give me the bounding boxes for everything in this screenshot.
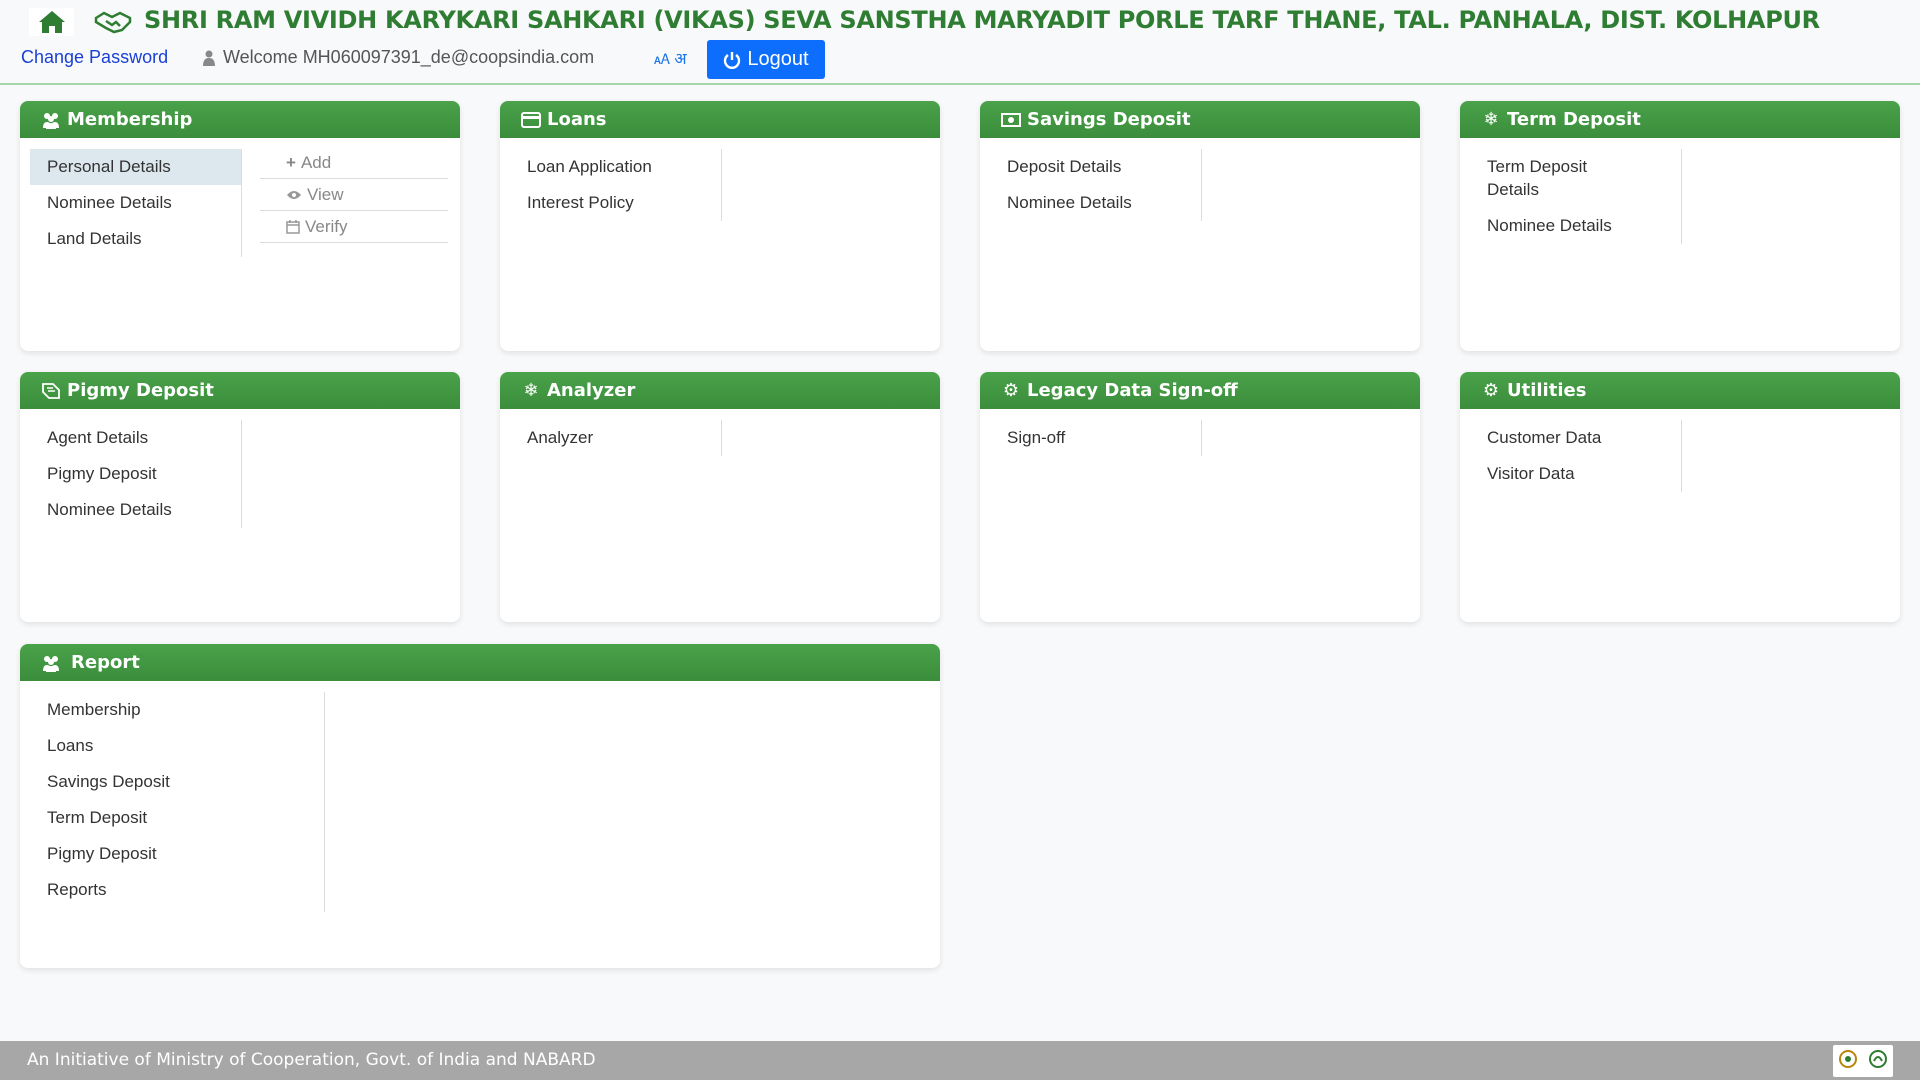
menu-item-savings-nominee-details[interactable]: Nominee Details bbox=[990, 185, 1201, 221]
report-title: Report bbox=[71, 652, 140, 673]
submenu-add-label: Add bbox=[300, 152, 332, 172]
menu-item-land-details[interactable]: Land Details bbox=[30, 221, 241, 257]
report-item-reports[interactable]: Reports bbox=[30, 872, 324, 908]
report-item-membership[interactable]: Membership bbox=[30, 692, 324, 728]
users-icon bbox=[41, 110, 61, 130]
menu-item-deposit-details[interactable]: Deposit Details bbox=[990, 149, 1201, 185]
menu-item-term-nominee-details[interactable]: Nominee Details bbox=[1470, 208, 1681, 244]
submenu-verify[interactable]: Verify bbox=[260, 211, 448, 243]
membership-menu: Personal Details Nominee Details Land De… bbox=[30, 149, 242, 257]
user-icon bbox=[203, 50, 215, 66]
utilities-menu: Customer Data Visitor Data bbox=[1470, 420, 1682, 492]
submenu-verify-label: Verify bbox=[305, 216, 348, 236]
submenu-add[interactable]: + Add bbox=[260, 147, 448, 179]
loans-menu: Loan Application Interest Policy bbox=[510, 149, 722, 221]
menu-item-pigmy-nominee-details[interactable]: Nominee Details bbox=[30, 492, 241, 528]
change-password-link[interactable]: Change Password bbox=[21, 47, 168, 68]
language-label: अ bbox=[674, 51, 687, 68]
gear-icon: ⚙ bbox=[1002, 380, 1020, 401]
nabard-logo-icon bbox=[1869, 1050, 1887, 1068]
report-item-savings-deposit[interactable]: Savings Deposit bbox=[30, 764, 324, 800]
submenu-view-label: View bbox=[307, 184, 344, 204]
menu-item-sign-off[interactable]: Sign-off bbox=[990, 420, 1201, 456]
report-card: Report Membership Loans Savings Deposit … bbox=[20, 644, 940, 968]
savings-menu: Deposit Details Nominee Details bbox=[990, 149, 1202, 221]
menu-item-customer-data[interactable]: Customer Data bbox=[1470, 420, 1681, 456]
report-item-term-deposit[interactable]: Term Deposit bbox=[30, 800, 324, 836]
menu-item-personal-details[interactable]: Personal Details bbox=[30, 149, 241, 185]
analyzer-card: ❄ Analyzer Analyzer bbox=[500, 372, 940, 622]
menu-item-interest-policy[interactable]: Interest Policy bbox=[510, 185, 721, 221]
loans-card: Loans Loan Application Interest Policy bbox=[500, 101, 940, 351]
loans-title: Loans bbox=[547, 109, 607, 130]
welcome-user: Welcome MH060097391_de@coopsindia.com bbox=[203, 47, 594, 68]
analyzer-menu: Analyzer bbox=[510, 420, 722, 456]
menu-item-loan-application[interactable]: Loan Application bbox=[510, 149, 721, 185]
users-icon bbox=[41, 653, 61, 673]
snowflake-icon: ❄ bbox=[1483, 109, 1499, 130]
menu-item-visitor-data[interactable]: Visitor Data bbox=[1470, 456, 1681, 492]
membership-card-header: Membership bbox=[20, 101, 460, 138]
language-toggle[interactable]: 🗚 अ bbox=[654, 47, 687, 69]
menu-item-nominee-details[interactable]: Nominee Details bbox=[30, 185, 241, 221]
gear-icon: ⚙ bbox=[1482, 380, 1500, 401]
legacy-title: Legacy Data Sign-off bbox=[1027, 380, 1238, 401]
report-item-loans[interactable]: Loans bbox=[30, 728, 324, 764]
term-deposit-card: ❄ Term Deposit Term Deposit Details Nomi… bbox=[1460, 101, 1900, 351]
pigmy-menu: Agent Details Pigmy Deposit Nominee Deta… bbox=[30, 420, 242, 528]
menu-item-agent-details[interactable]: Agent Details bbox=[30, 420, 241, 456]
handshake-logo-icon bbox=[94, 8, 132, 36]
legacy-data-card: ⚙ Legacy Data Sign-off Sign-off bbox=[980, 372, 1420, 622]
membership-card: Membership Personal Details Nominee Deta… bbox=[20, 101, 460, 351]
utilities-card-header: ⚙ Utilities bbox=[1460, 372, 1900, 409]
utilities-title: Utilities bbox=[1507, 380, 1587, 401]
legacy-menu: Sign-off bbox=[990, 420, 1202, 456]
organization-title: SHRI RAM VIVIDH KARYKARI SAHKARI (VIKAS)… bbox=[144, 6, 1820, 34]
top-header: SHRI RAM VIVIDH KARYKARI SAHKARI (VIKAS)… bbox=[0, 0, 1920, 85]
pigmy-title: Pigmy Deposit bbox=[67, 380, 214, 401]
utilities-card: ⚙ Utilities Customer Data Visitor Data bbox=[1460, 372, 1900, 622]
loans-card-header: Loans bbox=[500, 101, 940, 138]
footer: An Initiative of Ministry of Cooperation… bbox=[0, 1041, 1920, 1080]
legacy-card-header: ⚙ Legacy Data Sign-off bbox=[980, 372, 1420, 409]
term-menu: Term Deposit Details Nominee Details bbox=[1470, 149, 1682, 244]
emblem-logo-icon bbox=[1839, 1050, 1857, 1068]
logout-button[interactable]: Logout bbox=[707, 40, 825, 79]
report-item-pigmy-deposit[interactable]: Pigmy Deposit bbox=[30, 836, 324, 872]
home-button[interactable] bbox=[29, 8, 74, 36]
footer-text: An Initiative of Ministry of Cooperation… bbox=[27, 1050, 596, 1070]
welcome-text: Welcome MH060097391_de@coopsindia.com bbox=[223, 47, 595, 67]
snowflake-icon: ❄ bbox=[523, 380, 539, 401]
report-card-header: Report bbox=[20, 644, 940, 681]
term-title: Term Deposit bbox=[1507, 109, 1641, 130]
eye-icon bbox=[287, 190, 301, 199]
calendar-icon bbox=[286, 219, 300, 234]
money-bill-icon bbox=[1001, 110, 1021, 130]
logout-label: Logout bbox=[747, 48, 809, 70]
menu-item-pigmy-deposit[interactable]: Pigmy Deposit bbox=[30, 456, 241, 492]
partner-logos bbox=[1833, 1045, 1893, 1077]
submenu-view[interactable]: View bbox=[260, 179, 448, 211]
plus-icon: + bbox=[286, 152, 296, 172]
savings-title: Savings Deposit bbox=[1027, 109, 1191, 130]
menu-item-term-deposit-details[interactable]: Term Deposit Details bbox=[1470, 149, 1640, 208]
membership-title: Membership bbox=[67, 109, 193, 130]
analyzer-title: Analyzer bbox=[547, 380, 636, 401]
report-menu: Membership Loans Savings Deposit Term De… bbox=[30, 692, 325, 912]
credit-card-icon bbox=[521, 110, 541, 130]
pigmy-card-header: Pigmy Deposit bbox=[20, 372, 460, 409]
menu-item-analyzer[interactable]: Analyzer bbox=[510, 420, 721, 456]
receipt-icon bbox=[41, 381, 61, 401]
analyzer-card-header: ❄ Analyzer bbox=[500, 372, 940, 409]
savings-card-header: Savings Deposit bbox=[980, 101, 1420, 138]
translate-icon: 🗚 bbox=[654, 51, 670, 67]
membership-submenu: + Add View Verify bbox=[260, 147, 448, 243]
power-icon bbox=[724, 51, 741, 69]
savings-deposit-card: Savings Deposit Deposit Details Nominee … bbox=[980, 101, 1420, 351]
home-icon bbox=[38, 11, 65, 33]
pigmy-deposit-card: Pigmy Deposit Agent Details Pigmy Deposi… bbox=[20, 372, 460, 622]
term-card-header: ❄ Term Deposit bbox=[1460, 101, 1900, 138]
